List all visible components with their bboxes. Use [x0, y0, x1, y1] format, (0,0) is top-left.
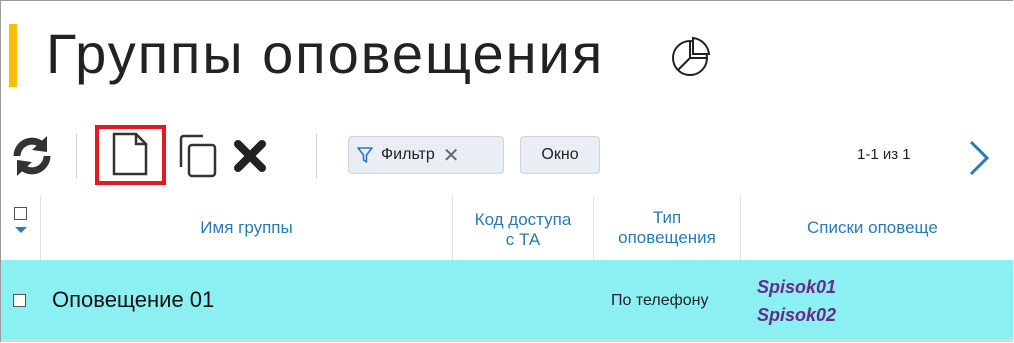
chevron-right-icon[interactable]: [963, 138, 993, 178]
filter-label: Фильтр: [381, 146, 435, 163]
sort-down-icon[interactable]: [15, 227, 27, 233]
table-row[interactable]: Оповещение 01 По телефону Spisok01 Spiso…: [1, 260, 1013, 339]
row-checkbox[interactable]: [13, 294, 26, 307]
list-link[interactable]: Spisok02: [757, 301, 836, 329]
select-all-checkbox[interactable]: [14, 207, 27, 220]
new-document-icon[interactable]: [108, 131, 152, 177]
pager-info: 1-1 из 1: [857, 146, 911, 163]
column-header-lists-label: Списки оповеще: [807, 218, 938, 237]
column-header-notify-type[interactable]: Тип оповещения: [594, 196, 741, 260]
pie-chart-icon[interactable]: [669, 36, 711, 78]
toolbar-separator: [316, 134, 317, 178]
row-divider: [1, 339, 1013, 342]
column-header-notify-type-label: Тип оповещения: [618, 208, 716, 247]
refresh-icon[interactable]: [10, 134, 54, 178]
cell-lists: Spisok01 Spisok02: [757, 273, 836, 329]
delete-icon[interactable]: [232, 138, 268, 174]
column-header-name[interactable]: Имя группы: [41, 196, 453, 260]
window-button[interactable]: Окно: [520, 136, 600, 174]
column-header-lists[interactable]: Списки оповеще: [741, 196, 1014, 260]
header-select-cell: [1, 196, 41, 260]
table-header: Имя группы Код доступа с ТА Тип оповещен…: [1, 196, 1013, 260]
copy-icon[interactable]: [175, 133, 219, 179]
toolbar-separator: [76, 134, 77, 178]
title-accent-bar: [9, 24, 17, 87]
cell-notify-type: По телефону: [611, 292, 709, 309]
filter-button[interactable]: Фильтр ✕: [348, 136, 504, 174]
page-title: Группы оповещения: [46, 22, 605, 85]
cell-group-name: Оповещение 01: [52, 287, 215, 312]
column-header-access-code-label: Код доступа с ТА: [474, 210, 572, 249]
filter-clear-icon[interactable]: ✕: [443, 143, 460, 168]
filter-funnel-icon: [357, 147, 373, 163]
column-header-name-label: Имя группы: [200, 218, 293, 237]
column-header-access-code[interactable]: Код доступа с ТА: [453, 196, 594, 260]
list-link[interactable]: Spisok01: [757, 273, 836, 301]
